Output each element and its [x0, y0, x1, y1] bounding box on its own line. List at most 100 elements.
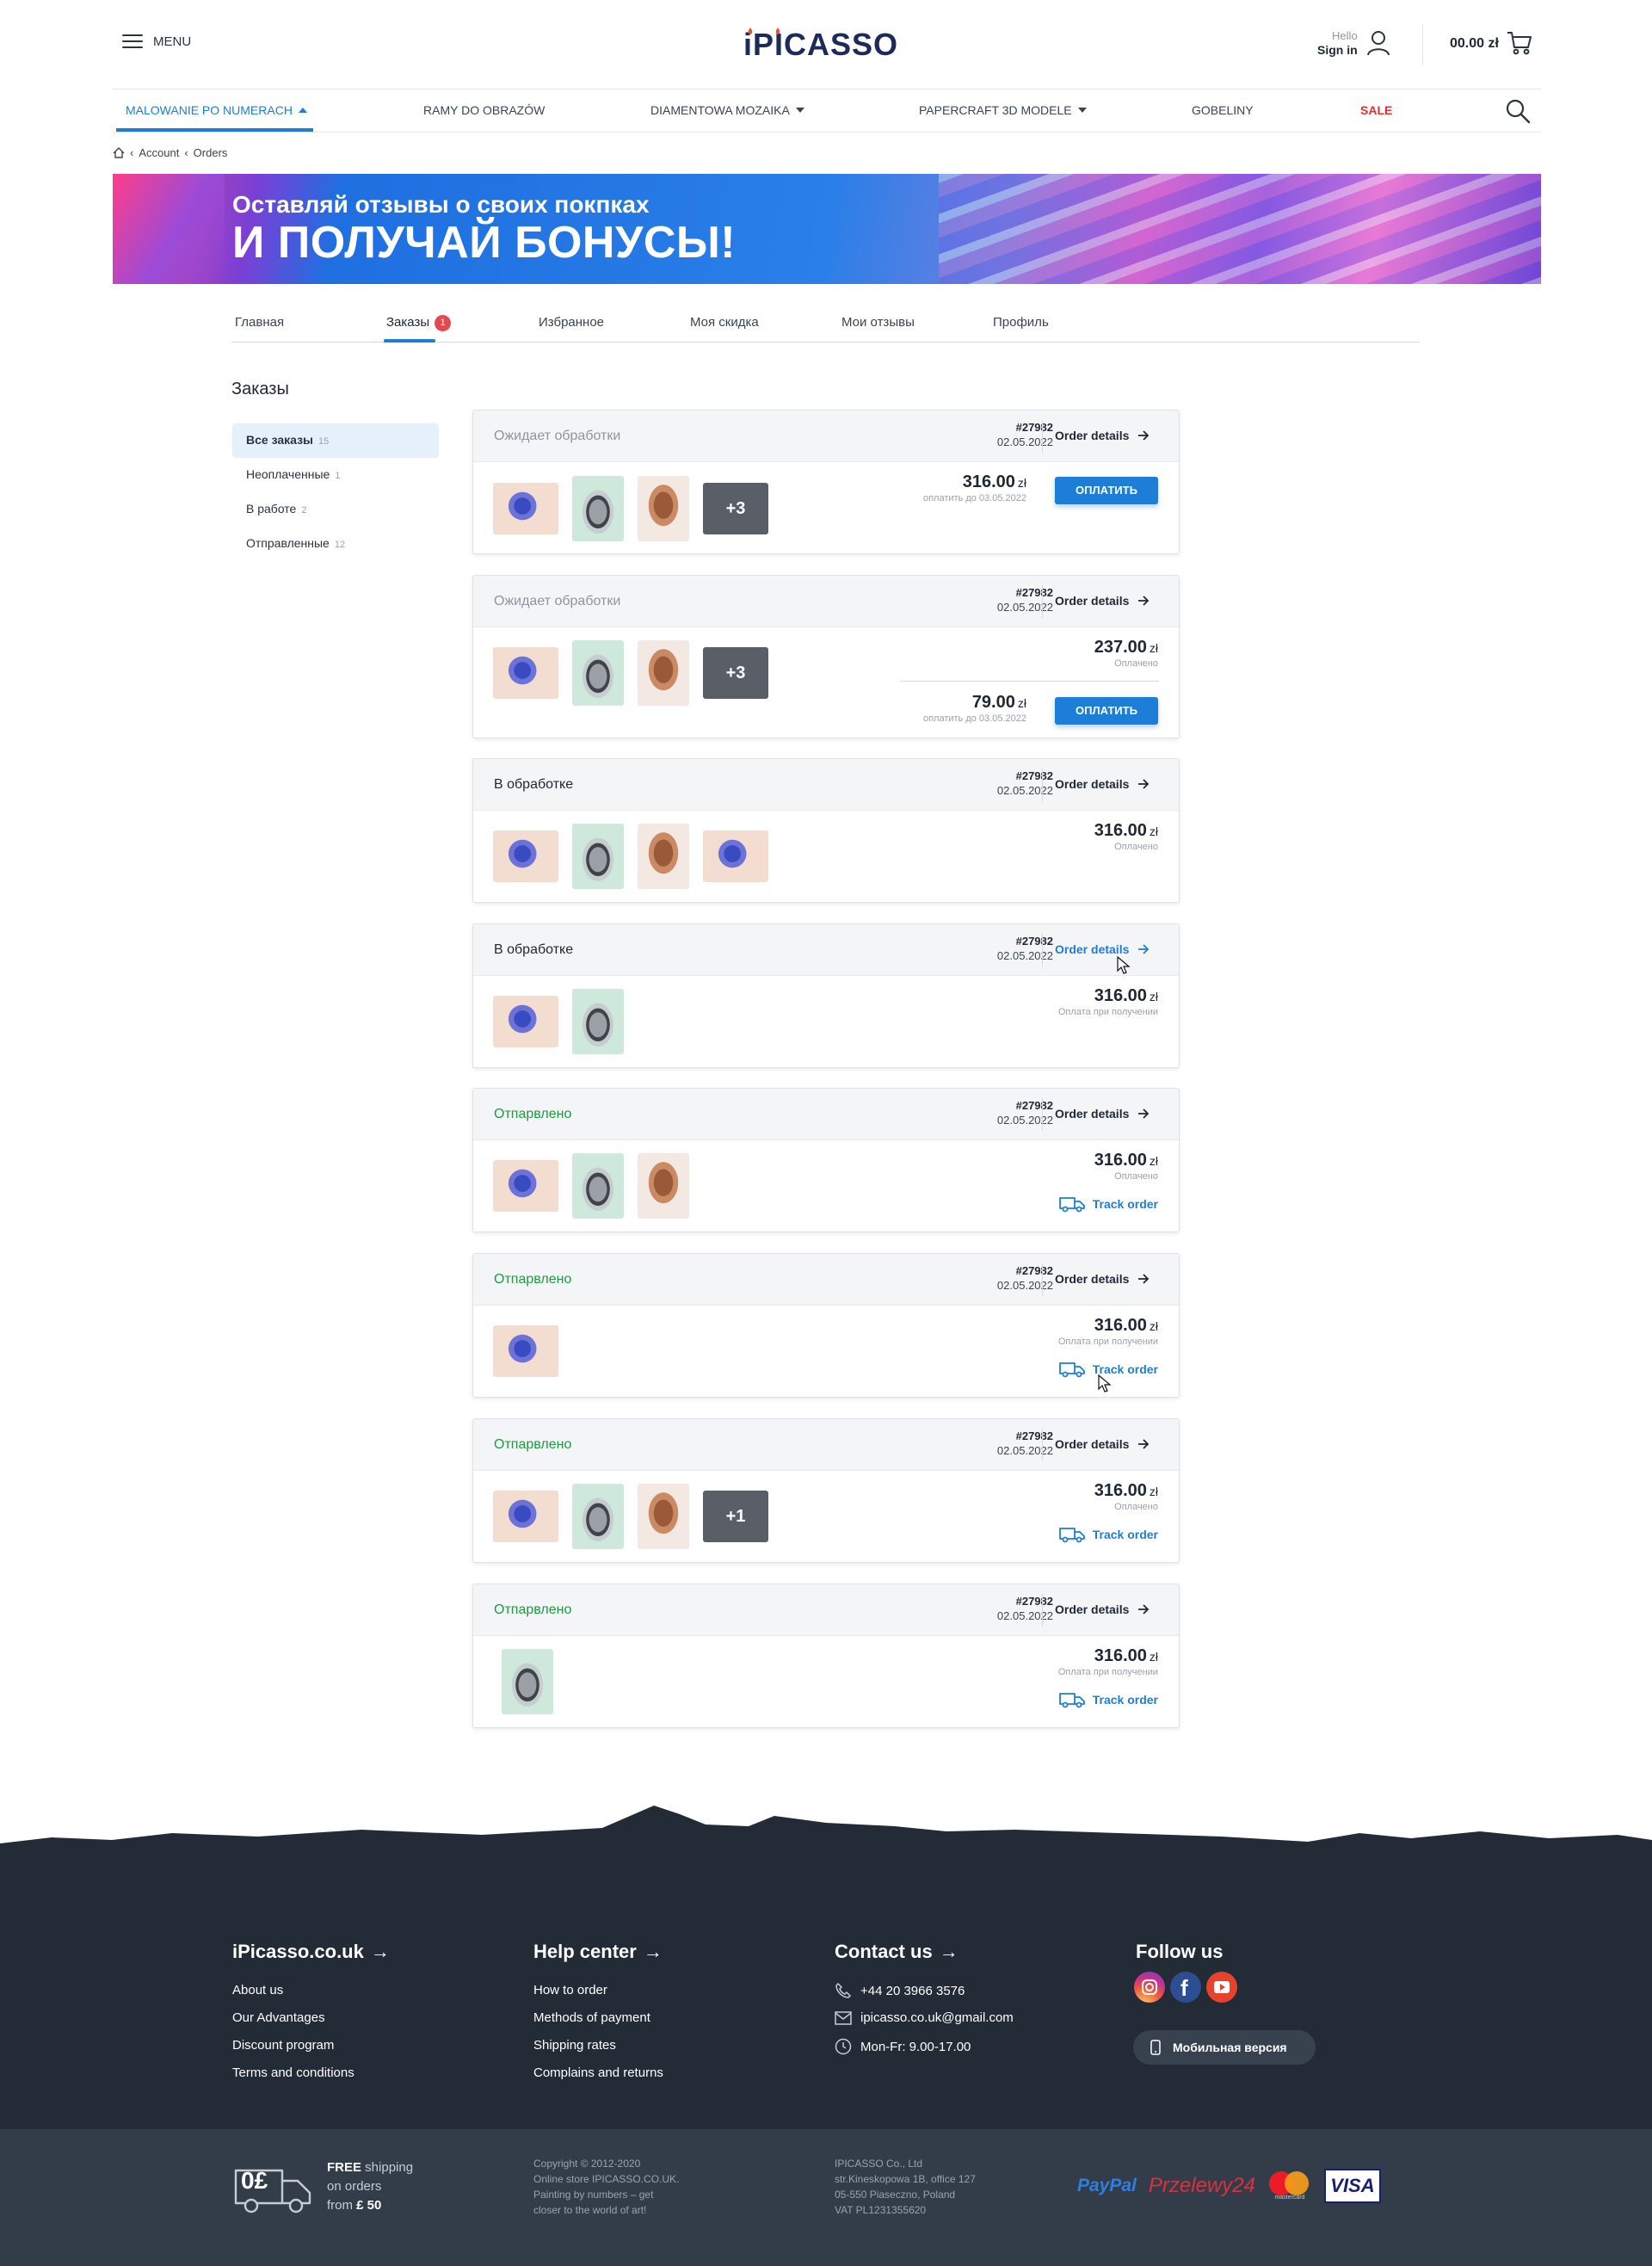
footer-heading[interactable]: Contact us → [835, 1941, 959, 1963]
product-thumbnail-flowers[interactable] [493, 830, 558, 882]
facebook-icon[interactable]: f [1170, 1972, 1201, 2003]
footer-link[interactable]: Our Advantages [232, 2010, 325, 2025]
product-thumbnail-flowers[interactable] [493, 1160, 558, 1212]
tab-discount[interactable]: Моя скидка [690, 315, 759, 330]
footer-link[interactable]: Shipping rates [533, 2038, 616, 2053]
order-details-link[interactable]: Order details [1055, 1272, 1150, 1286]
price-note: Оплачено [1114, 658, 1158, 669]
product-thumbnail-deer[interactable] [638, 824, 689, 889]
free-shipping-badge: 0£ [241, 2167, 268, 2194]
youtube-icon[interactable] [1206, 1972, 1237, 2003]
product-thumbnail-raccoon[interactable] [572, 989, 624, 1054]
product-thumbnail-deer[interactable] [638, 640, 689, 706]
nav-gobeliny[interactable]: GOBELINY [1192, 103, 1254, 117]
product-thumbnail-raccoon[interactable] [572, 1484, 624, 1549]
pay-button[interactable]: ОПЛАТИТЬ [1055, 477, 1158, 504]
contact-phone[interactable]: +44 20 3966 3576 [835, 1983, 965, 1998]
product-thumbnail-deer[interactable] [638, 1484, 689, 1549]
footer-link[interactable]: How to order [533, 1983, 607, 1997]
copyright: Copyright © 2012-2020 Online store IPICA… [533, 2156, 679, 2218]
footer-link[interactable]: Complains and returns [533, 2065, 663, 2080]
sidebar-item-unpaid[interactable]: Неоплаченные 1 [232, 458, 439, 492]
product-thumbnail-raccoon[interactable] [572, 476, 624, 541]
promo-banner[interactable]: Оставляй отзывы о своих покпках И ПОЛУЧА… [113, 174, 1541, 284]
order-card: Отпарвлено #27982 02.05.2022 Order detail… [472, 1418, 1180, 1563]
order-details-link[interactable]: Order details [1055, 429, 1150, 442]
breadcrumb-account[interactable]: Account [139, 146, 179, 159]
menu-button[interactable]: MENU [122, 33, 191, 50]
nav-ramy[interactable]: RAMY DO OBRAZÓW [423, 103, 545, 117]
order-details-link[interactable]: Order details [1055, 777, 1150, 791]
tab-favorites[interactable]: Избранное [539, 315, 604, 330]
sign-in-link[interactable]: Sign in [1317, 43, 1358, 57]
product-thumbnail-flowers[interactable] [493, 483, 558, 534]
sidebar-item-in-progress[interactable]: В работе 2 [232, 492, 439, 527]
product-thumbnail-flowers[interactable] [493, 996, 558, 1047]
order-status: Ожидает обработки [494, 594, 621, 608]
nav-papercraft[interactable]: PAPERCRAFT 3D MODELE [919, 103, 1087, 117]
order-meta: #27982 02.05.2022 [955, 1429, 1053, 1458]
product-thumbnail-flowers[interactable] [493, 1325, 558, 1377]
more-items-badge[interactable]: +3 [703, 483, 768, 534]
account-greeting[interactable]: Hello Sign in [1317, 29, 1358, 57]
product-thumbnail-raccoon[interactable] [572, 824, 624, 889]
nav-malowanie[interactable]: MALOWANIE PO NUMERACH [126, 103, 307, 117]
order-price: 316.00 zł [1058, 986, 1158, 1006]
product-thumbnail-raccoon[interactable] [572, 1153, 624, 1219]
order-details-link[interactable]: Order details [1055, 1602, 1150, 1616]
order-details-link[interactable]: Order details [1055, 1107, 1150, 1121]
more-items-badge[interactable]: +1 [703, 1491, 768, 1542]
mobile-version-button[interactable]: Мобильная версия [1133, 2030, 1316, 2065]
order-details-link[interactable]: Order details [1055, 594, 1150, 608]
site-header: MENU iPICASSO Hello Sign in 00.00 zł [113, 0, 1541, 90]
logo[interactable]: iPICASSO [743, 26, 915, 71]
product-thumbnail-flowers[interactable] [493, 647, 558, 699]
truck-icon [1058, 1197, 1085, 1213]
user-icon[interactable] [1365, 29, 1391, 57]
price-note: Оплата при получении [1057, 1337, 1158, 1347]
product-thumbnail-flowers[interactable] [703, 830, 768, 882]
cart-total[interactable]: 00.00 zł [1450, 36, 1499, 52]
footer-heading[interactable]: iPicasso.co.uk → [232, 1941, 390, 1963]
nav-diamentowa[interactable]: DIAMENTOWA MOZAIKA [650, 103, 804, 117]
home-icon[interactable] [113, 147, 125, 158]
pay-button[interactable]: ОПЛАТИТЬ [1055, 697, 1158, 725]
product-thumbnail-deer[interactable] [638, 476, 689, 541]
contact-email[interactable]: ipicasso.co.uk@gmail.com [835, 2010, 1014, 2025]
tab-profile[interactable]: Профиль [993, 315, 1049, 330]
breadcrumb-orders[interactable]: Orders [194, 146, 228, 159]
order-details-link[interactable]: Order details [1055, 942, 1150, 956]
product-thumbnail-raccoon[interactable] [572, 640, 624, 706]
sidebar-item-count: 15 [318, 436, 330, 447]
more-items-badge[interactable]: +3 [703, 647, 768, 699]
order-details-link[interactable]: Order details [1055, 1437, 1150, 1451]
track-order-link[interactable]: Track order [1058, 1195, 1158, 1213]
company-line: IPICASSO Co., Ltd [835, 2158, 923, 2170]
footer-link[interactable]: About us [232, 1983, 283, 1997]
tab-reviews[interactable]: Мои отзывы [841, 315, 915, 330]
track-order-link[interactable]: Track order [1058, 1526, 1158, 1543]
footer-heading[interactable]: Help center → [533, 1941, 663, 1963]
order-number: #27982 [1015, 1595, 1053, 1608]
sidebar-item-all[interactable]: Все заказы 15 [232, 423, 439, 458]
order-number: #27982 [1015, 1429, 1053, 1442]
main-nav: MALOWANIE PO NUMERACH RAMY DO OBRAZÓW DI… [113, 90, 1541, 133]
tab-main[interactable]: Главная [235, 315, 284, 330]
sidebar-item-sent[interactable]: Отправленные 12 [232, 527, 439, 561]
nav-sale[interactable]: SALE [1360, 103, 1392, 117]
instagram-icon[interactable] [1134, 1972, 1165, 2003]
footer-link[interactable]: Methods of payment [533, 2010, 650, 2025]
cart-icon[interactable] [1506, 30, 1533, 56]
track-order-link[interactable]: Track order [1058, 1691, 1158, 1708]
footer-link[interactable]: Terms and conditions [232, 2065, 354, 2080]
ship-line2: on orders [327, 2179, 382, 2194]
footer-link[interactable]: Discount program [232, 2038, 334, 2053]
tab-orders[interactable]: Заказы 1 [386, 315, 452, 331]
product-thumbnail-raccoon[interactable] [502, 1649, 553, 1714]
product-thumbnail-flowers[interactable] [493, 1491, 558, 1542]
product-thumbnail-deer[interactable] [638, 1153, 689, 1219]
clock-icon [835, 2038, 852, 2055]
order-date: 02.05.2022 [996, 1609, 1053, 1622]
search-icon[interactable] [1505, 98, 1531, 124]
order-details-label: Order details [1055, 1272, 1130, 1286]
